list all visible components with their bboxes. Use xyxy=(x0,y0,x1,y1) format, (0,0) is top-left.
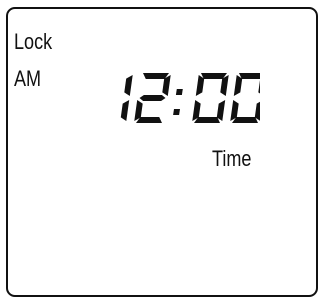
lock-indicator: Lock xyxy=(14,29,53,54)
digit-5 xyxy=(230,73,260,123)
segment-bottom xyxy=(136,117,162,123)
segment-top xyxy=(239,73,260,79)
digit-4 xyxy=(192,73,229,123)
segment-bottom xyxy=(232,117,258,123)
segment-upper-right xyxy=(124,75,133,96)
colon-dot-upper xyxy=(175,89,183,95)
segment-lower-right xyxy=(216,100,226,121)
segment-middle xyxy=(139,95,166,101)
time-digits xyxy=(120,73,260,123)
segment-top xyxy=(143,73,169,79)
colon-dot-lower xyxy=(173,109,180,115)
lcd-display-frame xyxy=(6,7,318,297)
digit-1 xyxy=(120,75,133,121)
digit-2 xyxy=(134,73,171,123)
segment-lower-right xyxy=(120,100,130,121)
segment-upper-left xyxy=(233,75,243,96)
segment-bottom xyxy=(194,117,220,123)
segment-top xyxy=(201,73,227,79)
time-field-label: Time xyxy=(212,146,252,171)
segment-upper-left xyxy=(195,75,205,96)
am-pm-indicator: AM xyxy=(14,66,42,91)
